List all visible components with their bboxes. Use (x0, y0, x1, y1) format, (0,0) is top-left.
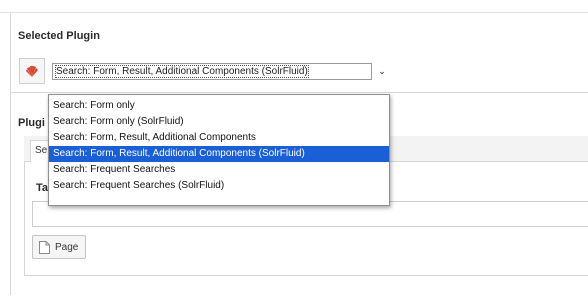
dropdown-option[interactable]: Search: Form, Result, Additional Compone… (49, 146, 389, 162)
dropdown-option[interactable]: Search: Form only (49, 98, 389, 114)
page-root: Selected Plugin Search: Form, Result, Ad… (0, 0, 588, 297)
dropdown-option[interactable]: Search: Frequent Searches (49, 162, 389, 178)
solr-sun-icon (26, 66, 38, 77)
dropdown-option[interactable]: Search: Form, Result, Additional Compone… (49, 130, 389, 146)
page-button-label: Page (55, 241, 79, 253)
selected-plugin-title: Selected Plugin (18, 30, 100, 42)
page-icon (39, 240, 50, 254)
section-divider (10, 92, 588, 93)
page-browser-button[interactable]: Page (32, 235, 86, 259)
solr-plugin-icon (19, 58, 45, 84)
dropdown-option[interactable]: Search: Frequent Searches (SolrFluid) (49, 178, 389, 194)
plugin-select[interactable]: Search: Form, Result, Additional Compone… (52, 63, 372, 80)
plugin-select-value: Search: Form, Result, Additional Compone… (55, 65, 309, 78)
plugin-dropdown-list: Search: Form only Search: Form only (Solr… (48, 94, 390, 206)
chevron-down-icon[interactable]: ⌄ (376, 64, 388, 78)
dropdown-option[interactable]: Search: Form only (SolrFluid) (49, 114, 389, 130)
